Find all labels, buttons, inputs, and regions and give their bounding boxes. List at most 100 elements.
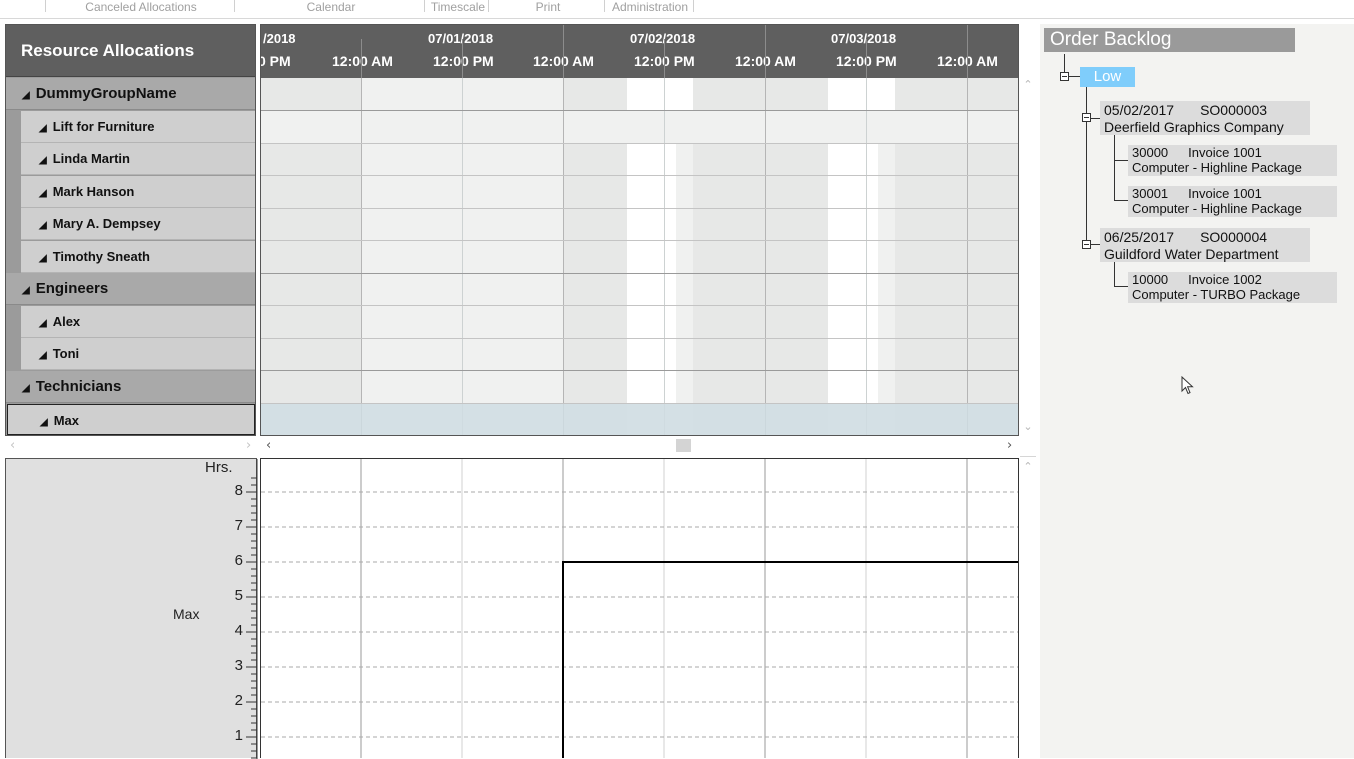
- collapse-icon[interactable]: [1082, 113, 1091, 122]
- collapse-triangle-icon[interactable]: ◢: [39, 220, 47, 231]
- resource-row[interactable]: ◢ Linda Martin: [21, 143, 255, 175]
- tree-line: [1114, 262, 1115, 286]
- scroll-right-icon[interactable]: ›: [246, 438, 251, 453]
- line-qty: 30001: [1132, 186, 1169, 201]
- resource-label: Toni: [52, 346, 80, 361]
- header-divider: [664, 39, 665, 78]
- order-line-item[interactable]: 10000 Invoice 1002 Computer - TURBO Packa…: [1128, 272, 1337, 303]
- collapse-triangle-icon[interactable]: ◢: [39, 318, 47, 329]
- order-customer: Guildford Water Department: [1104, 246, 1279, 262]
- collapse-triangle-icon[interactable]: ◢: [39, 350, 47, 361]
- priority-node-low[interactable]: Low: [1080, 67, 1135, 87]
- collapse-triangle-icon[interactable]: ◢: [22, 90, 30, 101]
- row-line: [261, 208, 1018, 209]
- collapse-triangle-icon[interactable]: ◢: [22, 285, 30, 296]
- order-line-item[interactable]: 30000 Invoice 1001 Computer - Highline Pa…: [1128, 145, 1337, 176]
- working-time-band: [627, 78, 693, 110]
- resource-row[interactable]: ◢ Mark Hanson: [21, 176, 255, 208]
- scroll-down-icon[interactable]: ⌄: [1020, 420, 1036, 433]
- grid-line: [765, 78, 766, 435]
- line-description: Computer - TURBO Package: [1132, 287, 1301, 302]
- ribbon-separator: [604, 0, 605, 12]
- scroll-right-icon[interactable]: ›: [1007, 438, 1012, 453]
- row-line: [261, 273, 1018, 274]
- resource-row[interactable]: ◢ Alex: [21, 306, 255, 338]
- collapse-triangle-icon[interactable]: ◢: [39, 253, 47, 264]
- header-divider: [765, 25, 766, 78]
- resource-row[interactable]: ◢ Mary A. Dempsey: [21, 208, 255, 240]
- resource-group-label: Engineers: [35, 280, 109, 297]
- time-label: 12:00 AM: [332, 53, 393, 69]
- tree-line: [1114, 200, 1128, 201]
- scroll-left-icon[interactable]: ‹: [266, 438, 271, 453]
- pane-divider: [1020, 456, 1036, 457]
- working-time-band: [828, 78, 895, 110]
- collapse-triangle-icon[interactable]: ◢: [39, 188, 47, 199]
- grid-line: [664, 78, 665, 435]
- order-node[interactable]: 06/25/2017 SO000004 Guildford Water Depar…: [1100, 228, 1310, 262]
- ribbon-separator: [45, 0, 46, 12]
- y-axis: [246, 459, 258, 759]
- scroll-up-icon[interactable]: ⌃: [1020, 78, 1036, 91]
- row-line: [261, 305, 1018, 306]
- collapse-triangle-icon[interactable]: ◢: [39, 155, 47, 166]
- order-number: SO000004: [1200, 229, 1268, 245]
- row-line: [261, 338, 1018, 339]
- scroll-up-icon[interactable]: ⌃: [1020, 460, 1036, 473]
- grid-line: [866, 78, 867, 435]
- histogram-plot: [261, 459, 1018, 758]
- collapse-triangle-icon[interactable]: ◢: [22, 383, 30, 394]
- tab-calendar[interactable]: Calendar: [290, 0, 372, 16]
- tab-timescale[interactable]: Timescale: [430, 0, 486, 16]
- row-line: [261, 240, 1018, 241]
- collapse-icon[interactable]: [1082, 240, 1091, 249]
- order-customer: Deerfield Graphics Company: [1104, 119, 1284, 135]
- collapse-triangle-icon[interactable]: ◢: [39, 123, 47, 134]
- resource-label: Lift for Furniture: [52, 119, 155, 134]
- tab-print[interactable]: Print: [530, 0, 566, 16]
- order-line-item[interactable]: 30001 Invoice 1001 Computer - Highline Pa…: [1128, 186, 1337, 217]
- order-number: SO000003: [1200, 102, 1268, 118]
- header-divider: [866, 39, 867, 78]
- resource-group-row[interactable]: ◢ Engineers: [6, 273, 255, 305]
- resource-group-label: DummyGroupName: [35, 85, 177, 102]
- resource-row[interactable]: ◢ Toni: [21, 338, 255, 370]
- time-label: 0 PM: [260, 53, 291, 69]
- tree-line: [1114, 160, 1128, 161]
- resource-label: Linda Martin: [52, 151, 130, 166]
- line-qty: 30000: [1132, 145, 1169, 160]
- tab-canceled-allocations[interactable]: Canceled Allocations: [70, 0, 212, 16]
- resource-group-row[interactable]: ◢ DummyGroupName: [6, 78, 255, 110]
- histogram-legend-panel: Max Hrs. 87654321: [5, 458, 258, 759]
- header-divider: [462, 39, 463, 78]
- tree-line: [1114, 135, 1115, 200]
- row-line: [261, 175, 1018, 176]
- ribbon-separator: [488, 0, 489, 12]
- resource-label: Max: [53, 413, 79, 428]
- no-calendar-row: [261, 111, 1018, 143]
- tab-administration[interactable]: Administration: [608, 0, 692, 16]
- order-node[interactable]: 05/02/2017 SO000003 Deerfield Graphics Co…: [1100, 101, 1310, 135]
- scrollbar-thumb[interactable]: [676, 439, 691, 452]
- collapse-triangle-icon[interactable]: ◢: [40, 417, 48, 428]
- resource-label: Timothy Sneath: [52, 249, 150, 264]
- resource-row[interactable]: ◢ Timothy Sneath: [21, 241, 255, 273]
- grid-line: [563, 78, 564, 435]
- order-backlog-title: Order Backlog: [1044, 28, 1295, 52]
- date-label: /2018: [263, 31, 296, 46]
- order-date: 06/25/2017: [1104, 229, 1175, 245]
- date-label: 07/01/2018: [428, 31, 494, 46]
- ribbon-separator: [693, 0, 694, 12]
- resource-row-selected[interactable]: ◢ Max: [7, 404, 255, 435]
- row-line: [261, 110, 1018, 111]
- tree-line: [1086, 87, 1087, 244]
- line-invoice: Invoice 1002: [1188, 272, 1262, 287]
- resource-row[interactable]: ◢ Lift for Furniture: [21, 111, 255, 143]
- resource-label: Alex: [52, 314, 81, 329]
- scroll-left-icon[interactable]: ‹: [10, 438, 15, 453]
- resource-group-row[interactable]: ◢ Technicians: [6, 371, 255, 403]
- row-line: [261, 370, 1018, 371]
- resource-label: Mark Hanson: [52, 184, 135, 199]
- date-label: 07/03/2018: [831, 31, 897, 46]
- collapse-icon[interactable]: [1060, 72, 1069, 81]
